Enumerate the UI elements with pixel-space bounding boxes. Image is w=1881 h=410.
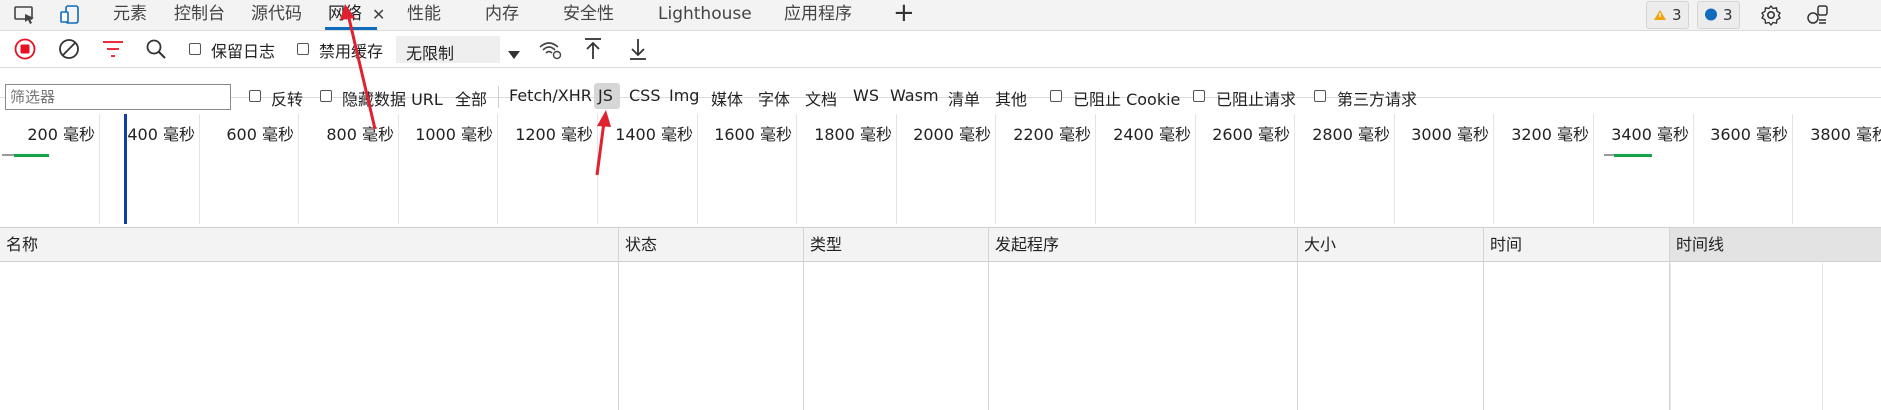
annotation-arrow-network-tab (340, 4, 377, 130)
annotation-arrows (340, 4, 611, 176)
annotation-arrow-js-filter (595, 110, 611, 176)
